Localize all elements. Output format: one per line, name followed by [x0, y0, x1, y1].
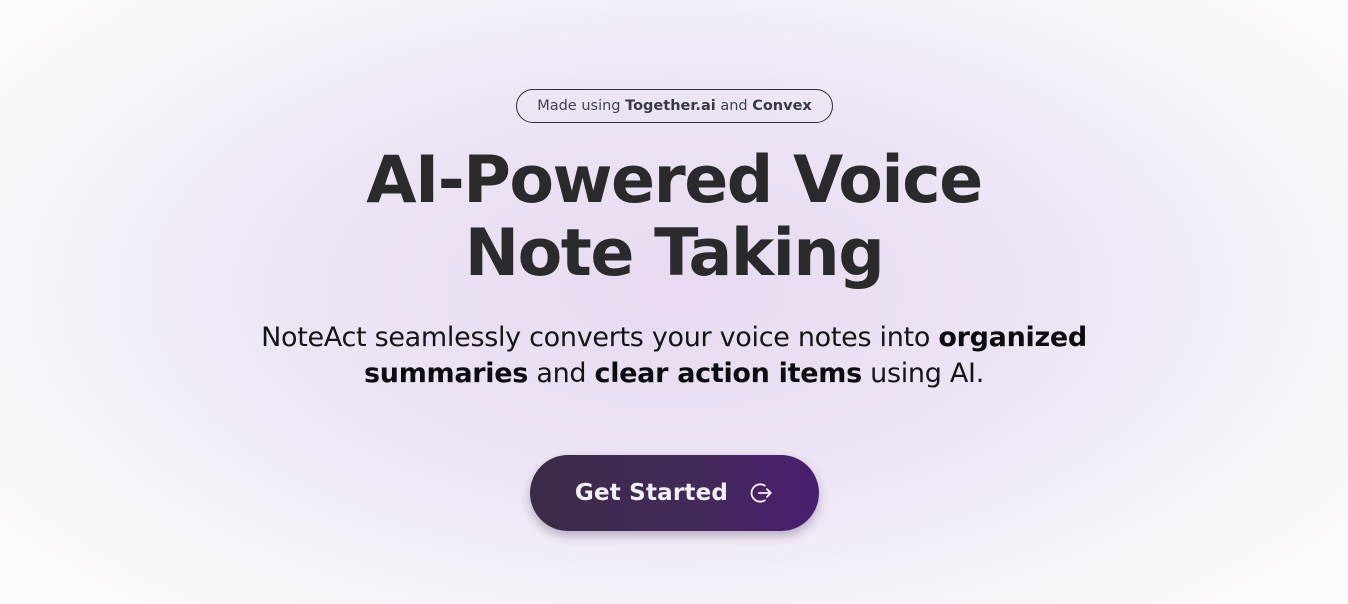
hero-section: Made using Together.ai and Convex AI-Pow… [0, 0, 1348, 604]
subtitle-emphasis-action-items: clear action items [594, 358, 863, 389]
subtitle-text-2: and [528, 358, 595, 389]
get-started-label: Get Started [574, 480, 729, 506]
title-line-1: AI-Powered Voice [366, 143, 983, 218]
badge-prefix: Made using [537, 98, 621, 114]
get-started-button[interactable]: Get Started [530, 455, 819, 531]
subtitle-text-3: using AI. [861, 358, 984, 389]
log-in-icon [748, 480, 774, 506]
hero-subtitle: NoteAct seamlessly converts your voice n… [230, 320, 1118, 392]
page-title: AI-Powered Voice Note Taking [0, 144, 1348, 290]
badge-brand-together: Together.ai [625, 98, 716, 114]
badge-conjunction: and [720, 98, 748, 114]
made-using-badge: Made using Together.ai and Convex [516, 89, 833, 123]
badge-brand-convex: Convex [752, 98, 812, 114]
title-line-2: Note Taking [464, 216, 885, 291]
subtitle-text-1: NoteAct seamlessly converts your voice n… [261, 322, 939, 353]
